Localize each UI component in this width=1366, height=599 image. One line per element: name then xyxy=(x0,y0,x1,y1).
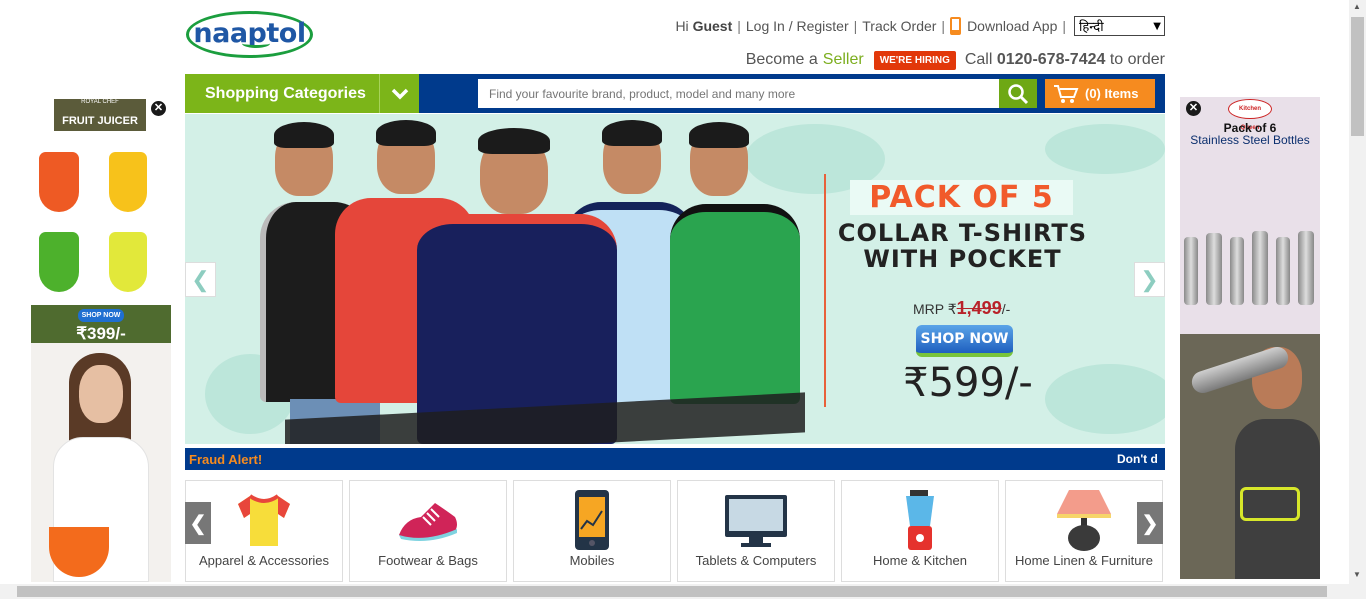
category-tablets[interactable]: Tablets & Computers xyxy=(677,480,835,582)
leaf-decoration xyxy=(1045,364,1165,434)
download-app-link[interactable]: Download App xyxy=(950,17,1057,35)
banner-headline: PACK OF 5 xyxy=(850,180,1073,215)
category-carousel: Apparel & Accessories Footwear & Bags Mo… xyxy=(185,480,1165,582)
cart-icon xyxy=(1054,84,1079,103)
monitor-icon xyxy=(678,489,834,551)
phone-icon xyxy=(950,17,962,35)
chevron-right-icon: ❯ xyxy=(1141,512,1159,535)
category-mobiles[interactable]: Mobiles xyxy=(513,480,671,582)
seller-row: Become a Seller WE'RE HIRING Call 0120-6… xyxy=(746,49,1165,71)
ad-brand: Kitchen Queen xyxy=(1228,99,1272,131)
close-icon[interactable]: ✕ xyxy=(1186,101,1201,116)
top-links: Hi Guest | Log In / Register | Track Ord… xyxy=(675,16,1165,36)
mobile-icon xyxy=(514,489,670,551)
category-prev-button[interactable]: ❮ xyxy=(185,502,211,544)
seller-link[interactable]: Seller xyxy=(823,51,864,69)
search-icon xyxy=(1008,83,1029,104)
blender-icon xyxy=(842,489,998,551)
chevron-left-icon: ❮ xyxy=(191,266,210,292)
fraud-alert-ticker: Don't d xyxy=(1117,452,1158,466)
call-number: 0120-678-7424 xyxy=(996,51,1106,68)
hero-banner[interactable]: ❮ ❯ PACK OF 5 COLLAR T-SHIRTS WITH POCKE… xyxy=(185,114,1165,444)
vertical-scrollbar[interactable]: ▲ ▼ xyxy=(1349,0,1366,584)
scroll-down-icon[interactable]: ▼ xyxy=(1353,570,1361,579)
cart-button[interactable]: (0) Items xyxy=(1045,79,1155,108)
ad-title: FRUIT JUICER xyxy=(62,115,138,127)
category-label: Apparel & Accessories xyxy=(198,553,330,568)
shoe-icon xyxy=(350,489,506,551)
chevron-right-icon: ❯ xyxy=(1140,266,1159,292)
search-input[interactable] xyxy=(478,79,999,108)
banner-subline: COLLAR T-SHIRTS WITH POCKET xyxy=(837,219,1088,273)
ad-line2: Stainless Steel Bottles xyxy=(1190,133,1310,147)
category-next-button[interactable]: ❯ xyxy=(1137,502,1163,544)
cart-label: (0) Items xyxy=(1085,86,1139,101)
login-register-link[interactable]: Log In / Register xyxy=(746,18,849,34)
seller-prefix: Become a xyxy=(745,51,818,68)
download-app-label: Download App xyxy=(967,18,1058,34)
banner-next-button[interactable]: ❯ xyxy=(1134,262,1165,297)
ad-brand: ROYAL CHEF xyxy=(81,99,119,105)
page: naaptol Hi Guest | Log In / Register | T… xyxy=(0,0,1366,599)
chevron-down-icon: ▼ xyxy=(1153,20,1161,32)
greeting: Hi Guest xyxy=(675,18,733,34)
leaf-decoration xyxy=(1045,124,1165,174)
vertical-scroll-thumb[interactable] xyxy=(1351,17,1364,136)
banner-mrp: MRP ₹1,499/- xyxy=(913,298,1011,318)
category-label: Footwear & Bags xyxy=(378,553,478,568)
horizontal-scroll-thumb[interactable] xyxy=(17,586,1327,597)
scroll-up-icon[interactable]: ▲ xyxy=(1353,2,1361,11)
close-icon[interactable]: ✕ xyxy=(151,101,166,116)
fraud-alert-bar: Fraud Alert! Don't d xyxy=(185,448,1165,470)
left-side-ad[interactable]: ROYAL CHEF FRUIT JUICER SHOP NOW ₹399/- … xyxy=(31,97,171,582)
category-label: Mobiles xyxy=(569,553,615,568)
category-label: Home Linen & Furniture xyxy=(1014,553,1153,568)
ad-shop-now-button[interactable]: SHOP NOW xyxy=(78,309,124,322)
naaptol-logo[interactable]: naaptol xyxy=(186,11,313,58)
right-side-ad[interactable]: Kitchen Queen Pack of 6 Stainless Steel … xyxy=(1180,97,1320,579)
hiring-badge[interactable]: WE'RE HIRING xyxy=(873,50,956,70)
ad-price: ₹399/- xyxy=(76,324,126,343)
shopping-categories-label: Shopping Categories xyxy=(205,84,366,102)
logo-smile-icon xyxy=(242,39,270,48)
divider-line xyxy=(824,174,826,407)
horizontal-scrollbar[interactable] xyxy=(0,584,1366,599)
chevron-down-icon xyxy=(379,74,419,113)
banner-shop-now-button[interactable]: SHOP NOW xyxy=(916,325,1013,357)
fraud-alert-label: Fraud Alert! xyxy=(185,451,265,467)
search-button[interactable] xyxy=(999,79,1037,108)
banner-price: ₹599/- xyxy=(903,360,1033,406)
banner-prev-button[interactable]: ❮ xyxy=(185,262,216,297)
shopping-categories-button[interactable]: Shopping Categories xyxy=(185,74,419,113)
nav-bar: Shopping Categories (0) Items xyxy=(185,74,1165,113)
category-home-kitchen[interactable]: Home & Kitchen xyxy=(841,480,999,582)
call-to-order: Call 0120-678-7424 to order xyxy=(964,51,1165,68)
language-select[interactable]: हिन्दी ▼ xyxy=(1074,16,1165,36)
category-label: Home & Kitchen xyxy=(873,553,967,568)
track-order-link[interactable]: Track Order xyxy=(862,18,936,34)
chevron-left-icon: ❮ xyxy=(189,512,207,535)
category-footwear[interactable]: Footwear & Bags xyxy=(349,480,507,582)
category-label: Tablets & Computers xyxy=(695,553,817,568)
language-selected: हिन्दी xyxy=(1079,20,1104,35)
